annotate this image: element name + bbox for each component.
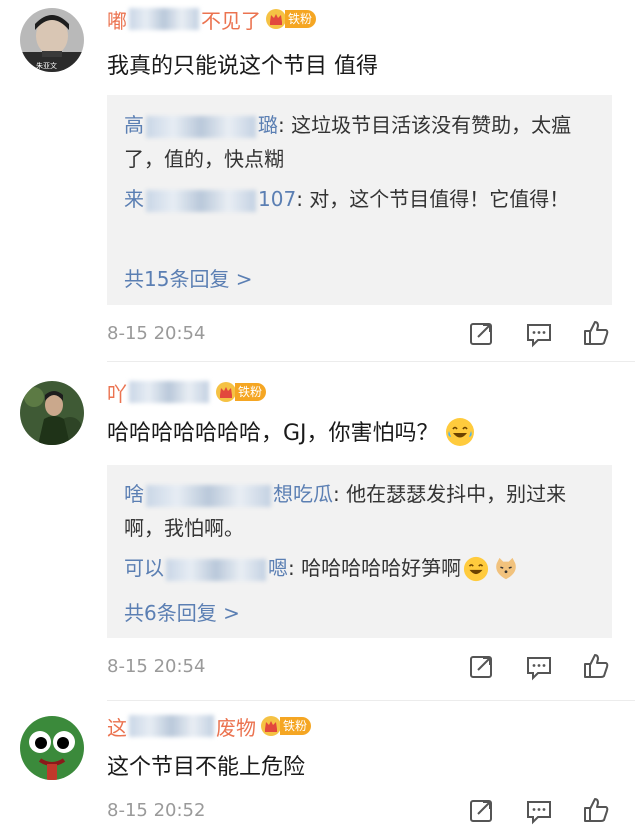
comment-icon [527,801,551,825]
username-prefix: 这 [107,715,127,740]
reply-name-suffix: 想吃瓜 [273,482,333,506]
comment-icon [527,324,551,348]
share-button[interactable] [468,320,496,348]
crown-icon [265,8,287,30]
username-suffix: 废物 [216,715,256,740]
fan-badge: 铁粉 [285,10,317,28]
fan-badge: 铁粉 [235,383,267,401]
reply-name-suffix: 璐 [258,113,278,137]
thumbs-up-icon [584,321,609,345]
divider [107,361,635,362]
reply-name-prefix: 可以 [124,556,164,580]
laughing-emoji-icon [463,556,491,584]
cat-emoji-icon [493,556,521,584]
reply-name-prefix: 高 [124,113,144,137]
comment-text: 这个节目不能上危险 [107,755,306,780]
timestamp: 8-15 20:54 [107,323,206,344]
share-button[interactable] [468,653,496,681]
comment-button[interactable] [525,320,553,348]
blurred-name [129,8,199,30]
blurred-name [146,115,256,138]
reply-username[interactable]: 可以 嗯 [124,556,288,581]
reply-item[interactable]: 高璐: 这垃圾节目活该没有赞助，太瘟了，值的，快点糊 [124,108,598,176]
reply-text: : 对，这个节目值得！它值得！ [296,187,570,211]
avatar[interactable] [20,716,84,780]
reply-box: 高璐: 这垃圾节目活该没有赞助，太瘟了，值的，快点糊 来 107: 对，这个节目值… [107,95,612,305]
divider [107,700,635,701]
username-prefix: 吖 [107,381,127,406]
reply-item[interactable]: 来 107: 对，这个节目值得！它值得！ [124,182,598,216]
reply-username[interactable]: 高璐 [124,113,278,138]
reply-box: 啥想吃瓜: 他在瑟瑟发抖中，别过来啊，我怕啊。 可以 嗯: 哈哈哈哈哈好笋啊 共6… [107,465,612,638]
share-button[interactable] [468,797,496,825]
avatar[interactable] [20,381,84,445]
blurred-name [146,189,256,212]
reply-text: : 哈哈哈哈哈好笋啊 [288,556,462,580]
reply-item[interactable]: 啥想吃瓜: 他在瑟瑟发抖中，别过来啊，我怕啊。 [124,477,598,545]
comment-icon [527,657,551,681]
more-replies-link[interactable]: 共15条回复 > [124,263,253,292]
avatar[interactable]: 朱亚文 [20,8,84,72]
comment-text: 我真的只能说这个节目 值得 [107,54,378,79]
thumbs-up-icon [584,798,609,822]
laughing-tears-emoji-icon [445,418,474,446]
comment-button[interactable] [525,797,553,825]
timestamp: 8-15 20:54 [107,656,206,677]
username-prefix: 嘟 [107,8,127,33]
share-icon [470,323,492,345]
reply-username[interactable]: 啥 想吃瓜 [124,482,333,507]
comment-text: 哈哈哈哈哈哈哈，GJ，你害怕吗？ [107,418,474,450]
like-button[interactable] [582,652,610,680]
reply-username[interactable]: 来 107 [124,187,297,212]
username-suffix: 不见了 [201,8,261,33]
more-replies-link[interactable]: 共6条回复 > [124,597,240,626]
fan-badge: 铁粉 [280,717,312,735]
like-button[interactable] [582,319,610,347]
timestamp: 8-15 20:52 [107,800,206,821]
username[interactable]: 嘟 不见了 铁粉 [107,5,317,33]
reply-name-suffix: 嗯 [268,556,288,580]
thumbs-up-icon [584,654,609,678]
username[interactable]: 吖 铁粉 [107,378,267,406]
comment-button[interactable] [525,653,553,681]
avatar-caption: 朱亚文 [36,62,57,70]
reply-name-suffix: 107 [258,187,297,211]
share-icon [470,800,492,822]
comment-text-body: 哈哈哈哈哈哈哈，GJ，你害怕吗？ [107,421,439,446]
username[interactable]: 这 废物 铁粉 [107,712,312,740]
reply-name-prefix: 来 [124,187,144,211]
blurred-name [129,381,209,403]
crown-icon [215,381,237,403]
blurred-name [129,715,214,737]
reply-item[interactable]: 可以 嗯: 哈哈哈哈哈好笋啊 [124,551,598,585]
reply-name-prefix: 啥 [124,482,144,506]
share-icon [470,656,492,678]
blurred-name [146,484,271,507]
blurred-name [166,558,266,581]
like-button[interactable] [582,796,610,824]
crown-icon [260,715,282,737]
